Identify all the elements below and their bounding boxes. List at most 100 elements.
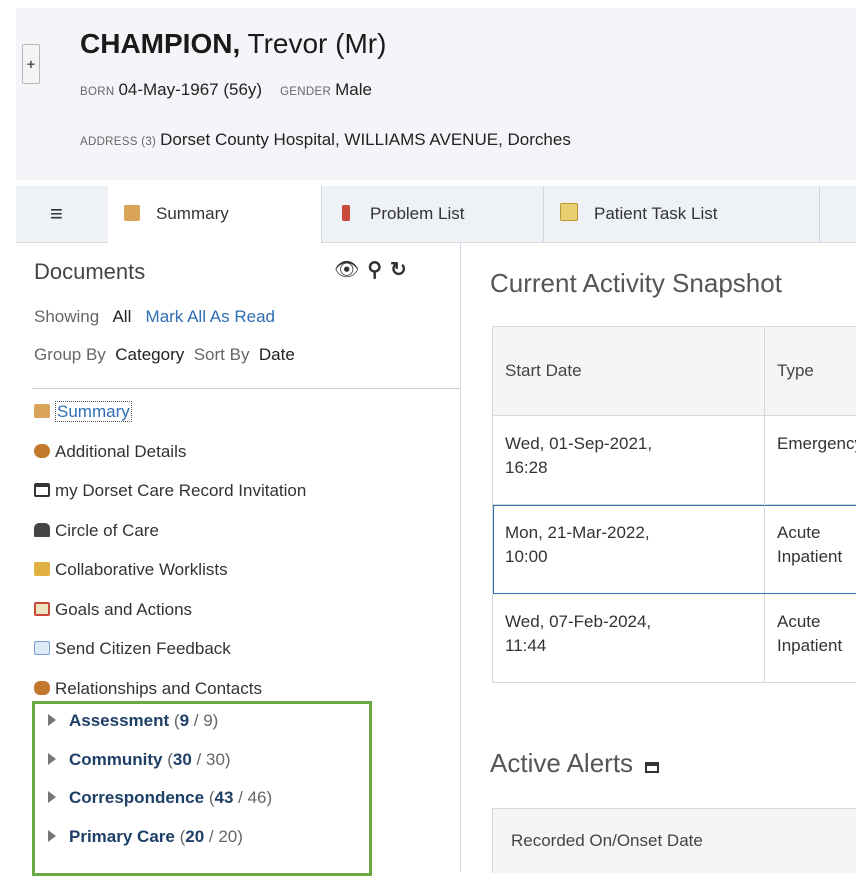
sort-by-value[interactable]: Date <box>259 345 295 364</box>
category-unread-count: 20 <box>185 826 205 846</box>
document-item-label: Collaborative Worklists <box>55 560 228 579</box>
document-item-label: Circle of Care <box>55 520 159 540</box>
active-alerts-table: Recorded On/Onset Date <box>492 808 856 873</box>
gender-value: Male <box>335 80 372 99</box>
expand-arrow-icon[interactable] <box>48 791 56 803</box>
tab-summary[interactable]: Summary <box>108 186 322 243</box>
mark-all-read-link[interactable]: Mark All As Read <box>146 307 275 326</box>
type-text: Acute <box>777 612 821 631</box>
category-list: Assessment (9 / 9) Community (30 / 30) C… <box>48 708 272 862</box>
born-label: BORN <box>80 86 115 98</box>
category-unread-count: 30 <box>172 749 192 769</box>
category-name: Community <box>69 749 163 769</box>
column-header-recorded-on[interactable]: Recorded On/Onset Date <box>511 809 703 873</box>
category-name: Primary Care <box>69 826 175 846</box>
eye-icon[interactable]: 👁 <box>334 259 367 281</box>
expand-arrow-icon[interactable] <box>48 829 56 842</box>
refresh-icon[interactable]: ↻ <box>390 259 415 281</box>
start-date-text: Mon, 21-Mar-2022, <box>505 523 650 542</box>
envelope-icon <box>34 641 50 655</box>
document-item-care-record-invitation[interactable]: my Dorset Care Record Invitation <box>34 478 306 518</box>
document-item-summary[interactable]: Summary <box>34 399 306 439</box>
documents-tools: 👁⚲↻ <box>334 257 415 282</box>
type-cell: Acute Inpatient <box>765 594 856 682</box>
type-text: Acute <box>777 523 821 542</box>
expand-arrow-icon[interactable] <box>48 714 56 726</box>
showing-value[interactable]: All <box>112 307 131 326</box>
document-item-additional-details[interactable]: Additional Details <box>34 439 306 479</box>
group-by-value[interactable]: Category <box>115 345 184 364</box>
sidebar-divider <box>32 388 460 389</box>
document-item-label: Additional Details <box>55 441 187 461</box>
document-list: Summary Additional Details my Dorset Car… <box>34 399 306 715</box>
group-icon <box>34 522 50 537</box>
tab-problem-list[interactable]: Problem List <box>322 186 544 242</box>
goals-icon <box>34 601 50 616</box>
patient-name: CHAMPION, Trevor (Mr) <box>80 28 386 60</box>
category-correspondence[interactable]: Correspondence (43 / 46) <box>48 785 272 824</box>
tab-bar: ≡ Summary Problem List Patient Task List <box>16 186 856 243</box>
menu-icon[interactable]: ≡ <box>32 186 108 242</box>
start-time-text: 10:00 <box>505 547 548 566</box>
documents-title: Documents <box>34 259 146 284</box>
category-assessment[interactable]: Assessment (9 / 9) <box>48 708 272 747</box>
start-date-cell: Wed, 01-Sep-2021, 16:28 <box>493 416 765 504</box>
document-item-send-citizen-feedback[interactable]: Send Citizen Feedback <box>34 636 306 676</box>
category-total-count: 9 <box>203 711 213 730</box>
type-subtext: Inpatient <box>777 636 843 655</box>
category-total-count: 20 <box>218 826 238 846</box>
category-total-count: 46 <box>247 788 267 807</box>
document-item-collaborative-worklists[interactable]: Collaborative Worklists <box>34 557 306 597</box>
document-item-label: my Dorset Care Record Invitation <box>55 481 307 500</box>
active-alerts-label: Active Alerts <box>490 748 634 778</box>
category-name: Assessment <box>69 711 170 730</box>
table-row[interactable]: Mon, 21-Mar-2022, 10:00 Acute Inpatient <box>493 505 856 594</box>
window-icon[interactable] <box>645 762 660 773</box>
document-item-circle-of-care[interactable]: Circle of Care <box>34 518 306 558</box>
start-date-text: Wed, 07-Feb-2024, <box>505 612 652 631</box>
category-total-count: 30 <box>205 749 225 769</box>
patient-surname: CHAMPION, <box>80 28 241 59</box>
type-cell: Acute Inpatient <box>765 505 856 593</box>
category-community[interactable]: Community (30 / 30) <box>48 747 272 786</box>
group-sort-controls: Group By Category Sort By Date <box>34 345 295 365</box>
tab-problem-list-label: Problem List <box>370 204 465 223</box>
table-row[interactable]: Wed, 07-Feb-2024, 11:44 Acute Inpatient <box>493 594 856 683</box>
address-label: ADDRESS (3) <box>80 136 157 148</box>
expand-arrow-icon[interactable] <box>48 752 56 765</box>
start-date-cell: Wed, 07-Feb-2024, 11:44 <box>493 594 765 682</box>
search-icon[interactable]: ⚲ <box>367 259 390 281</box>
start-time-text: 11:44 <box>505 636 547 655</box>
start-date-cell: Mon, 21-Mar-2022, 10:00 <box>493 505 765 593</box>
card-icon <box>34 483 50 497</box>
patient-demographics: BORN 04-May-1967 (56y) GENDER Male <box>80 80 372 100</box>
born-value: 04-May-1967 (56y) <box>118 80 263 99</box>
document-item-label: Relationships and Contacts <box>55 678 262 698</box>
type-cell: Emergency <box>765 416 856 504</box>
contacts-icon <box>34 680 50 695</box>
active-alerts-title: Active Alerts <box>490 748 660 779</box>
category-primary-care[interactable]: Primary Care (20 / 20) <box>48 824 272 863</box>
category-name: Correspondence <box>69 788 205 807</box>
showing-label: Showing <box>34 307 100 326</box>
activity-snapshot-title: Current Activity Snapshot <box>490 268 782 298</box>
category-unread-count: 43 <box>214 788 234 807</box>
expand-banner-button[interactable]: + <box>22 44 40 84</box>
table-row[interactable]: Wed, 01-Sep-2021, 16:28 Emergency <box>493 416 856 505</box>
people-icon <box>34 443 50 458</box>
column-header-type[interactable]: Type <box>765 327 856 415</box>
document-item-goals-and-actions[interactable]: Goals and Actions <box>34 597 306 637</box>
column-header-start-date[interactable]: Start Date <box>493 327 765 415</box>
sort-by-label: Sort By <box>193 345 250 364</box>
patient-address: ADDRESS (3) Dorset County Hospital, WILLI… <box>80 130 571 150</box>
showing-filter: Showing All Mark All As Read <box>34 307 275 327</box>
summary-icon <box>34 404 50 418</box>
table-header-row: Start Date Type <box>493 327 856 416</box>
tab-patient-task-list[interactable]: Patient Task List <box>544 186 820 242</box>
group-by-label: Group By <box>34 345 106 364</box>
gender-label: GENDER <box>280 86 332 98</box>
type-subtext: Inpatient <box>777 547 843 566</box>
start-time-text: 16:28 <box>505 458 548 477</box>
tab-patient-task-list-label: Patient Task List <box>594 204 718 223</box>
tab-overflow[interactable] <box>820 186 856 242</box>
